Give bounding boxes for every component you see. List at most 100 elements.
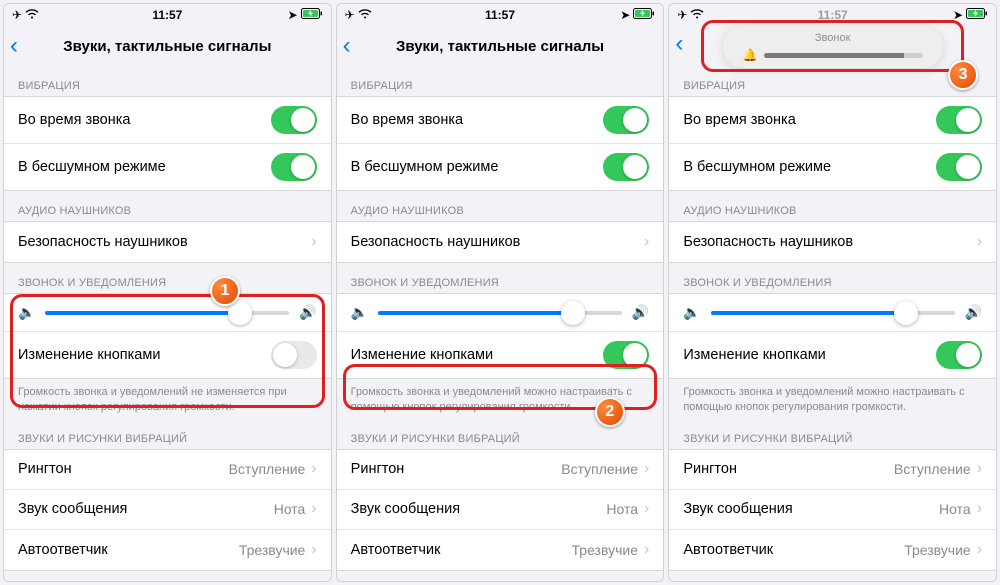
ringer-hud: Звонок 🔔 [723,26,943,68]
chevron-right-icon: › [644,460,649,478]
row-ringer-slider[interactable]: 🔈 🔊 [669,294,996,332]
row-vibrate-during-call[interactable]: Во время звонка [669,97,996,144]
content: ВИБРАЦИЯ Во время звонка В бесшумном реж… [669,66,996,581]
status-time: 11:57 [669,8,996,22]
status-bar: ✈︎ 11:57 ➤ [337,4,664,26]
row-ringtone[interactable]: Рингтон Вступление › [337,450,664,490]
chevron-right-icon: › [644,233,649,251]
ringer-footer: Громкость звонка и уведомлений не изменя… [4,379,331,419]
row-ringer-slider[interactable]: 🔈 🔊 [4,294,331,332]
toggle-change-with-buttons[interactable] [603,341,649,369]
toggle-vibrate-silent[interactable] [603,153,649,181]
chevron-right-icon: › [977,541,982,559]
row-vibrate-during-call[interactable]: Во время звонка [337,97,664,144]
toggle-vibrate-during-call[interactable] [603,106,649,134]
toggle-vibrate-silent[interactable] [271,153,317,181]
chevron-right-icon: › [311,500,316,518]
nav-bar: ‹ Звуки, тактильные сигналы [337,26,664,66]
speaker-low-icon: 🔈 [683,304,700,321]
battery-icon [966,8,988,22]
back-button[interactable]: ‹ [343,32,351,60]
section-header-vibration: ВИБРАЦИЯ [4,66,331,96]
screen-1: ✈︎ 11:57 ➤ ‹ Звуки, тактильные сигналы В… [3,3,332,582]
row-ringtone[interactable]: Рингтон Вступление › [4,450,331,490]
label: В бесшумном режиме [18,159,271,175]
label: Звук сообщения [18,501,274,517]
row-change-with-buttons[interactable]: Изменение кнопками [4,332,331,378]
toggle-vibrate-silent[interactable] [936,153,982,181]
back-button[interactable]: ‹ [10,32,18,60]
section-header-ringer: ЗВОНОК И УВЕДОМЛЕНИЯ [337,263,664,293]
content: ВИБРАЦИЯ Во время звонка В бесшумном реж… [4,66,331,581]
row-text-tone[interactable]: Звук сообщения Нота › [337,490,664,530]
section-header-headphones: АУДИО НАУШНИКОВ [337,191,664,221]
chevron-right-icon: › [977,460,982,478]
nav-bar: ‹ Звуки, тактильные сигналы [4,26,331,66]
row-voicemail[interactable]: Автоответчик Трезвучие › [337,530,664,570]
section-header-ringer: ЗВОНОК И УВЕДОМЛЕНИЯ [4,263,331,293]
chevron-right-icon: › [977,233,982,251]
location-icon: ➤ [288,8,298,22]
speaker-low-icon: 🔈 [18,304,35,321]
section-header-headphones: АУДИО НАУШНИКОВ [4,191,331,221]
row-ringer-slider[interactable]: 🔈 🔊 [337,294,664,332]
annotation-badge-1: 1 [210,276,240,306]
chevron-right-icon: › [311,460,316,478]
toggle-change-with-buttons[interactable] [936,341,982,369]
toggle-vibrate-during-call[interactable] [936,106,982,134]
toggle-change-with-buttons[interactable] [271,341,317,369]
row-vibrate-silent[interactable]: В бесшумном режиме [4,144,331,190]
row-voicemail[interactable]: Автоответчик Трезвучие › [4,530,331,570]
location-icon: ➤ [620,8,630,22]
row-change-with-buttons[interactable]: Изменение кнопками [337,332,664,378]
row-change-with-buttons[interactable]: Изменение кнопками [669,332,996,378]
value: Трезвучие [239,542,305,558]
page-title: Звуки, тактильные сигналы [396,38,604,55]
ringer-volume-slider[interactable] [45,311,289,315]
label: Рингтон [18,461,229,477]
speaker-high-icon: 🔊 [299,304,316,321]
screen-3: ✈︎ 11:57 ➤ Звонок 🔔 Звуки, тактильные си… [668,3,997,582]
battery-icon [301,8,323,22]
wifi-icon [690,8,704,22]
toggle-vibrate-during-call[interactable] [271,106,317,134]
status-bar: ✈︎ 11:57 ➤ [4,4,331,26]
label: Безопасность наушников [18,234,311,250]
row-ringtone[interactable]: Рингтон Вступление › [669,450,996,490]
row-vibrate-silent[interactable]: В бесшумном режиме [669,144,996,190]
value: Вступление [229,461,306,477]
row-headphone-safety[interactable]: Безопасность наушников › [4,222,331,262]
wifi-icon [358,8,372,22]
wifi-icon [25,8,39,22]
chevron-right-icon: › [644,500,649,518]
section-header-vibration: ВИБРАЦИЯ [337,66,664,96]
speaker-high-icon: 🔊 [965,304,982,321]
row-text-tone[interactable]: Звук сообщения Нота › [669,490,996,530]
airplane-icon: ✈︎ [677,8,687,22]
row-headphone-safety[interactable]: Безопасность наушников › [669,222,996,262]
section-header-sounds: ЗВУКИ И РИСУНКИ ВИБРАЦИЙ [669,419,996,449]
section-header-sounds: ЗВУКИ И РИСУНКИ ВИБРАЦИЙ [4,419,331,449]
page-title: Звуки, тактильные сигналы [63,38,271,55]
ringer-volume-slider[interactable] [711,311,955,315]
row-headphone-safety[interactable]: Безопасность наушников › [337,222,664,262]
status-bar: ✈︎ 11:57 ➤ [669,4,996,26]
row-vibrate-silent[interactable]: В бесшумном режиме [337,144,664,190]
row-voicemail[interactable]: Автоответчик Трезвучие › [669,530,996,570]
status-time: 11:57 [337,8,664,22]
row-vibrate-during-call[interactable]: Во время звонка [4,97,331,144]
status-time: 11:57 [4,8,331,22]
row-text-tone[interactable]: Звук сообщения Нота › [4,490,331,530]
label: Изменение кнопками [18,347,271,363]
section-header-headphones: АУДИО НАУШНИКОВ [669,191,996,221]
ringer-volume-slider[interactable] [378,311,622,315]
screen-2: ✈︎ 11:57 ➤ ‹ Звуки, тактильные сигналы В… [336,3,665,582]
chevron-right-icon: › [644,541,649,559]
ringer-footer: Громкость звонка и уведомлений можно нас… [669,379,996,419]
speaker-low-icon: 🔈 [351,304,368,321]
label: Во время звонка [18,112,271,128]
annotation-badge-3: 3 [948,60,978,90]
section-header-vibration: ВИБРАЦИЯ [669,66,996,96]
hud-volume-bar [764,53,923,58]
back-button[interactable]: ‹ [675,30,683,58]
